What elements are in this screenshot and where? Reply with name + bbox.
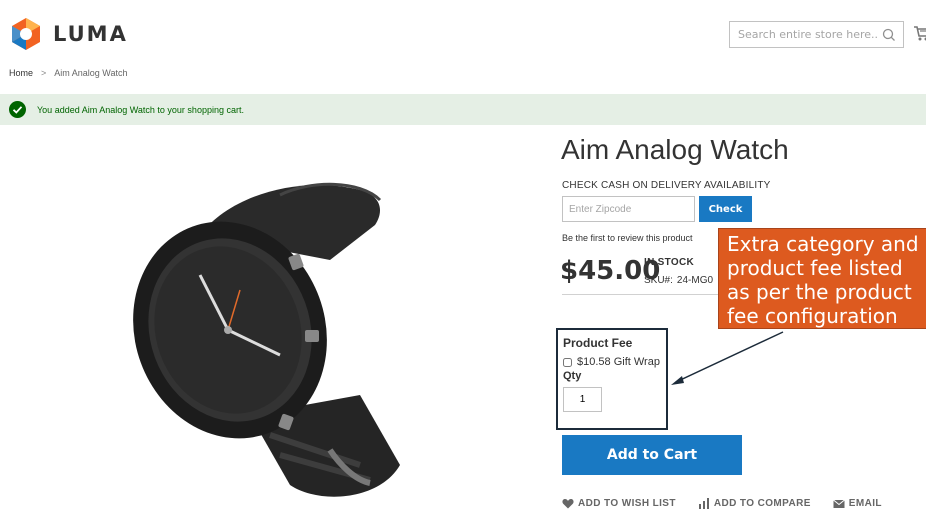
search-input[interactable]: [738, 28, 878, 41]
annotation-callout: Extra category and product fee listed as…: [718, 228, 926, 329]
callout-line-1: Extra category and: [727, 232, 919, 256]
sku-value: 24-MG0: [676, 275, 714, 286]
compare-label: ADD TO COMPARE: [713, 498, 811, 509]
envelope-icon: [832, 499, 845, 508]
sku-label: SKU#:: [644, 275, 673, 286]
logo-text: LUMA: [53, 22, 128, 46]
gift-wrap-option[interactable]: $10.58 Gift Wrap: [563, 356, 666, 368]
callout-line-4: fee configuration: [727, 304, 898, 328]
email-label: EMAIL: [848, 498, 882, 509]
search-box: [729, 21, 904, 48]
cod-availability-label: CHECK CASH ON DELIVERY AVAILABILITY: [562, 180, 771, 191]
add-to-cart-button[interactable]: Add to Cart: [562, 435, 742, 475]
search-icon[interactable]: [881, 27, 897, 43]
product-sku: SKU#: 24-MG0: [644, 275, 713, 286]
success-message: You added Aim Analog Watch to your shopp…: [0, 94, 926, 125]
gift-wrap-label: $10.58 Gift Wrap: [577, 356, 660, 368]
cart-icon[interactable]: [913, 24, 926, 42]
heart-icon: [562, 499, 574, 509]
callout-line-2: product fee listed: [727, 256, 903, 280]
check-zipcode-button[interactable]: Check: [699, 196, 752, 222]
compare-icon: [698, 498, 709, 509]
gift-wrap-checkbox[interactable]: [563, 357, 572, 367]
add-to-wishlist-link[interactable]: ADD TO WISH LIST: [562, 498, 676, 509]
breadcrumb: Home > Aim Analog Watch: [9, 68, 127, 78]
wishlist-label: ADD TO WISH LIST: [578, 498, 676, 509]
product-title: Aim Analog Watch: [561, 134, 789, 165]
product-fee-box: Product Fee $10.58 Gift Wrap Qty: [556, 328, 668, 430]
product-fee-title: Product Fee: [563, 336, 633, 350]
breadcrumb-current: Aim Analog Watch: [54, 68, 128, 78]
qty-label: Qty: [563, 370, 582, 382]
luma-logo[interactable]: LUMA: [9, 17, 128, 51]
breadcrumb-home[interactable]: Home: [9, 68, 33, 78]
zipcode-input[interactable]: [562, 196, 695, 222]
callout-line-3: as per the product: [727, 280, 912, 304]
email-link[interactable]: EMAIL: [832, 498, 882, 509]
success-check-icon: [9, 101, 26, 118]
stock-status: IN STOCK: [644, 257, 694, 268]
annotation-arrow-icon: [671, 331, 784, 385]
product-actions: ADD TO WISH LIST ADD TO COMPARE EMAIL: [562, 498, 882, 509]
product-image[interactable]: [130, 165, 420, 505]
add-to-compare-link[interactable]: ADD TO COMPARE: [698, 498, 811, 509]
breadcrumb-separator: >: [41, 68, 47, 78]
review-link[interactable]: Be the first to review this product: [562, 233, 693, 243]
success-message-text: You added Aim Analog Watch to your shopp…: [37, 104, 244, 115]
luma-logo-icon: [12, 18, 40, 50]
qty-input[interactable]: [563, 387, 602, 412]
